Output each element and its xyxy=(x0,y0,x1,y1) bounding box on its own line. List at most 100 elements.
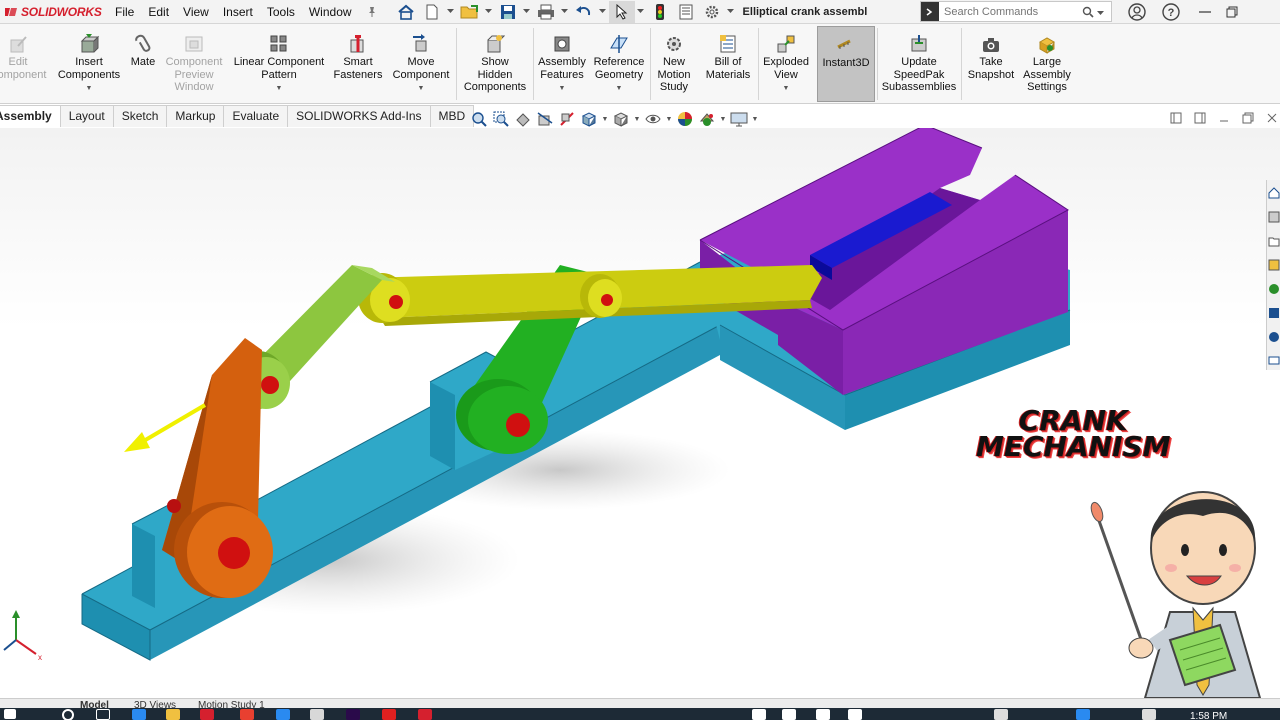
task-view-icon[interactable] xyxy=(96,709,110,720)
video-taskbar-icon[interactable] xyxy=(782,709,796,720)
section-view-icon[interactable] xyxy=(534,109,556,129)
tab-sketch[interactable]: Sketch xyxy=(112,105,168,127)
taskbar-app-icon[interactable] xyxy=(200,709,214,720)
instant3d-button[interactable]: Instant3D xyxy=(817,26,875,102)
menu-tools[interactable]: Tools xyxy=(260,0,302,24)
tab-layout[interactable]: Layout xyxy=(59,105,114,127)
view-settings-dropdown-icon[interactable]: ▼ xyxy=(750,109,760,129)
orange-crank[interactable] xyxy=(162,338,273,598)
restore-icon[interactable] xyxy=(1222,0,1242,24)
appearances-icon[interactable] xyxy=(1267,278,1280,300)
open-dropdown-icon[interactable] xyxy=(483,1,495,23)
display-style-icon[interactable] xyxy=(610,109,632,129)
zoom-to-fit-icon[interactable] xyxy=(468,109,490,129)
file-explorer-taskbar-icon[interactable] xyxy=(166,709,180,720)
options-dropdown-icon[interactable] xyxy=(725,1,737,23)
edit-component-button[interactable]: Edit Component xyxy=(0,26,50,102)
move-component-button[interactable]: Move Component ▼ xyxy=(388,26,454,102)
minimize-icon[interactable] xyxy=(1188,0,1222,24)
help-icon[interactable]: ? xyxy=(1154,0,1188,24)
smart-fasteners-button[interactable]: Smart Fasteners xyxy=(330,26,386,102)
tab-3d-views[interactable]: 3D Views xyxy=(134,699,176,708)
user-account-icon[interactable] xyxy=(1120,0,1154,24)
bill-of-materials-button[interactable]: Bill of Materials xyxy=(700,26,756,102)
custom-properties-icon[interactable] xyxy=(1267,302,1280,324)
new-document-icon[interactable] xyxy=(419,1,445,23)
apply-scene-dropdown-icon[interactable]: ▼ xyxy=(718,109,728,129)
file-explorer-icon[interactable] xyxy=(1267,230,1280,252)
take-snapshot-button[interactable]: Take Snapshot xyxy=(963,26,1019,102)
menu-window[interactable]: Window xyxy=(302,0,359,24)
reference-geometry-dropdown-icon[interactable]: ▼ xyxy=(616,83,623,96)
search-commands-box[interactable] xyxy=(920,1,1112,22)
save-icon[interactable] xyxy=(495,1,521,23)
speaker-tray-icon[interactable] xyxy=(1142,709,1156,720)
view-settings-icon[interactable] xyxy=(728,109,750,129)
photos-taskbar-icon[interactable] xyxy=(816,709,830,720)
edge-browser-icon[interactable] xyxy=(132,709,146,720)
design-library-icon[interactable] xyxy=(1267,206,1280,228)
bluetooth-tray-icon[interactable] xyxy=(1076,709,1090,720)
update-speedpak-button[interactable]: Update SpeedPak Subassemblies xyxy=(879,26,959,102)
save-dropdown-icon[interactable] xyxy=(521,1,533,23)
tab-markup[interactable]: Markup xyxy=(166,105,225,127)
graphics-area[interactable]: x CRANK MECHANISM xyxy=(0,128,1280,699)
insert-components-button[interactable]: Insert Components ▼ xyxy=(53,26,125,102)
tile-left-icon[interactable] xyxy=(1164,110,1188,126)
zoom-to-area-icon[interactable] xyxy=(490,109,512,129)
assembly-features-button[interactable]: Assembly Features ▼ xyxy=(535,26,589,102)
menu-edit[interactable]: Edit xyxy=(141,0,176,24)
linear-pattern-dropdown-icon[interactable]: ▼ xyxy=(276,83,283,96)
component-preview-window-button[interactable]: Component Preview Window xyxy=(161,26,227,102)
solidworks-forum-icon[interactable] xyxy=(1267,326,1280,348)
linear-component-pattern-button[interactable]: Linear Component Pattern ▼ xyxy=(229,26,329,102)
pin-menu-icon[interactable] xyxy=(359,1,385,23)
comments-icon[interactable] xyxy=(1267,350,1280,372)
move-component-dropdown-icon[interactable]: ▼ xyxy=(418,83,425,96)
edit-appearance-icon[interactable] xyxy=(674,109,696,129)
search-dropdown-icon[interactable] xyxy=(1097,5,1109,19)
apply-scene-icon[interactable] xyxy=(696,109,718,129)
tile-right-icon[interactable] xyxy=(1188,110,1212,126)
menu-view[interactable]: View xyxy=(176,0,216,24)
undo-icon[interactable] xyxy=(571,1,597,23)
settings-taskbar-icon[interactable] xyxy=(848,709,862,720)
solidworks-logo[interactable]: SOLIDWORKS xyxy=(0,5,108,19)
rebuild-traffic-light-icon[interactable] xyxy=(647,1,673,23)
exploded-view-button[interactable]: Exploded View ▼ xyxy=(760,26,812,102)
print-dropdown-icon[interactable] xyxy=(559,1,571,23)
menu-file[interactable]: File xyxy=(108,0,141,24)
hide-show-items-icon[interactable] xyxy=(642,109,664,129)
camera-taskbar-icon[interactable] xyxy=(752,709,766,720)
file-properties-icon[interactable] xyxy=(673,1,699,23)
select-dropdown-icon[interactable] xyxy=(635,1,647,23)
mate-button[interactable]: Mate xyxy=(126,26,160,102)
taskbar-clock[interactable]: 1:58 PM xyxy=(1190,708,1227,720)
large-assembly-settings-button[interactable]: Large Assembly Settings xyxy=(1020,26,1074,102)
print-icon[interactable] xyxy=(533,1,559,23)
open-folder-icon[interactable] xyxy=(457,1,483,23)
options-gear-icon[interactable] xyxy=(699,1,725,23)
display-style-dropdown-icon[interactable]: ▼ xyxy=(632,109,642,129)
view-palette-icon[interactable] xyxy=(1267,254,1280,276)
resources-home-icon[interactable] xyxy=(1267,182,1280,204)
menu-insert[interactable]: Insert xyxy=(216,0,260,24)
premiere-icon[interactable] xyxy=(346,709,360,720)
taskbar-app-icon[interactable] xyxy=(276,709,290,720)
windows-start-icon[interactable] xyxy=(4,709,16,719)
view-orientation-icon[interactable] xyxy=(578,109,600,129)
new-motion-study-button[interactable]: New Motion Study xyxy=(652,26,696,102)
doc-close-icon[interactable] xyxy=(1260,110,1280,126)
acrobat-icon[interactable] xyxy=(382,709,396,720)
view-orientation-dropdown-icon[interactable]: ▼ xyxy=(600,109,610,129)
insert-components-dropdown-icon[interactable]: ▼ xyxy=(86,83,93,96)
previous-view-icon[interactable] xyxy=(512,109,534,129)
search-icon[interactable] xyxy=(1079,6,1097,18)
tab-evaluate[interactable]: Evaluate xyxy=(223,105,289,127)
chrome-icon[interactable] xyxy=(240,709,254,720)
search-input[interactable] xyxy=(939,5,1079,18)
select-cursor-icon[interactable] xyxy=(608,0,635,23)
keyboard-tray-icon[interactable] xyxy=(994,709,1008,720)
tab-addins[interactable]: SOLIDWORKS Add-Ins xyxy=(287,105,431,127)
new-dropdown-icon[interactable] xyxy=(445,1,457,23)
